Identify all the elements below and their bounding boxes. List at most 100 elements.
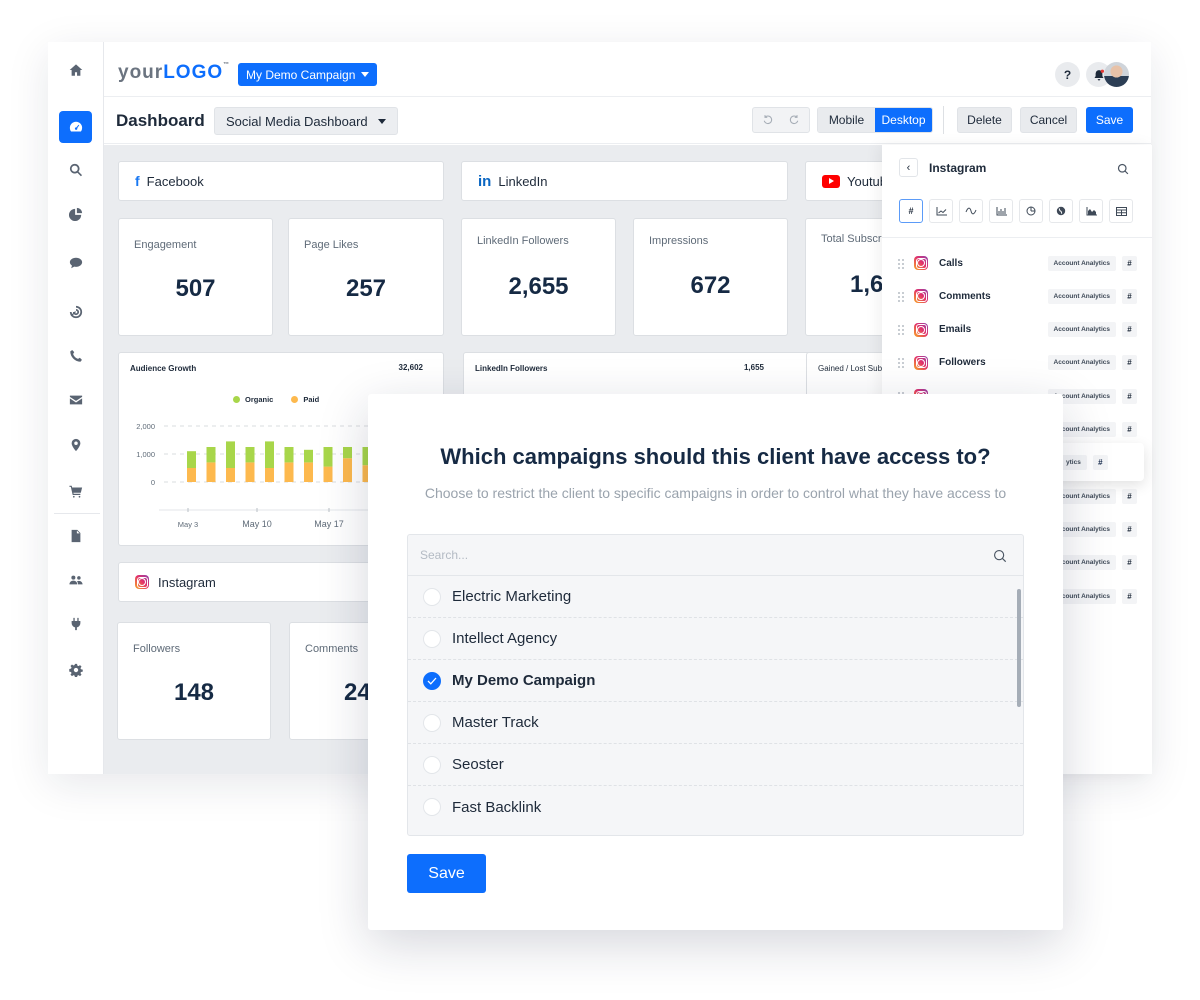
sparkline-widget-icon[interactable] [959, 199, 983, 223]
mobile-view-button[interactable]: Mobile [818, 108, 875, 132]
bar-organic [187, 451, 196, 468]
desktop-view-button[interactable]: Desktop [875, 108, 932, 132]
sidebar-item-search[interactable] [61, 155, 91, 185]
undo-icon[interactable] [762, 114, 774, 126]
sidebar-item-email[interactable] [61, 385, 91, 415]
kpi-value: 672 [690, 272, 731, 299]
metric-name: Emails [939, 324, 972, 336]
search-icon[interactable] [1117, 163, 1129, 175]
campaign-search-input[interactable] [420, 548, 940, 562]
campaign-option[interactable]: Seoster [408, 744, 1023, 786]
panel-title: Instagram [929, 161, 987, 175]
modal-save-button[interactable]: Save [407, 854, 486, 893]
sidebar-item-home[interactable] [61, 55, 91, 85]
line-chart-widget-icon[interactable] [929, 199, 953, 223]
cancel-button[interactable]: Cancel [1020, 107, 1077, 133]
kpi-label: LinkedIn Followers [477, 235, 569, 247]
y-tick-label: 2,000 [136, 422, 155, 431]
pie-chart-widget-icon[interactable] [1019, 199, 1043, 223]
checkbox-unchecked[interactable] [423, 587, 441, 606]
sidebar-item-chat[interactable] [61, 248, 91, 278]
kpi-card-page-likes[interactable]: Page Likes 257 [288, 218, 444, 336]
facebook-section-header[interactable]: f Facebook [118, 161, 444, 201]
instagram-icon [914, 256, 928, 270]
checkbox-unchecked[interactable] [423, 798, 441, 816]
area-chart-widget-icon[interactable] [1079, 199, 1103, 223]
page-title: Dashboard [116, 111, 205, 130]
x-tick-label: May 17 [314, 519, 344, 529]
checkbox-unchecked[interactable] [423, 713, 441, 732]
dashboard-selector[interactable]: Social Media Dashboard [214, 107, 398, 135]
sidebar [48, 42, 104, 774]
campaign-option[interactable]: Intellect Agency [408, 618, 1023, 660]
drag-handle-icon[interactable] [897, 357, 905, 369]
instagram-icon [914, 289, 928, 304]
brand-logo: yourLOGO™ [118, 62, 230, 84]
help-icon: ? [1063, 67, 1072, 82]
metric-name: Comments [939, 290, 991, 302]
check-icon [427, 677, 437, 685]
search-icon[interactable] [993, 549, 1007, 563]
linkedin-section-header[interactable]: in LinkedIn [461, 161, 788, 201]
metric-list-item[interactable]: Calls Account Analytics # [897, 254, 1137, 272]
campaign-option[interactable]: My Demo Campaign [408, 660, 1023, 702]
kpi-card-engagement[interactable]: Engagement 507 [118, 218, 273, 336]
campaign-option[interactable]: Electric Marketing [408, 576, 1023, 618]
top-bar: yourLOGO™ My Demo Campaign ? [104, 42, 1151, 97]
youtube-icon [822, 174, 840, 188]
campaign-access-modal: Which campaigns should this client have … [368, 394, 1063, 930]
metric-type-badge: # [1122, 555, 1137, 571]
campaign-option[interactable]: Fast Backlink [408, 786, 1023, 828]
user-avatar[interactable] [1104, 62, 1129, 87]
sidebar-item-dashboard[interactable] [59, 111, 92, 143]
metric-list-item[interactable]: Followers Account Analytics # [897, 354, 1137, 372]
campaign-option[interactable]: Master Track [408, 702, 1023, 744]
drag-handle-icon[interactable] [897, 324, 905, 336]
sidebar-item-ecommerce[interactable] [61, 476, 91, 506]
redo-icon[interactable] [788, 114, 800, 126]
table-widget-icon[interactable] [1109, 199, 1133, 223]
kpi-label: Engagement [134, 239, 197, 251]
metric-type-badge: # [1122, 588, 1137, 604]
sidebar-item-target[interactable] [61, 297, 91, 327]
sidebar-item-reports[interactable] [61, 199, 91, 229]
bar-paid [245, 462, 255, 482]
checkbox-checked[interactable] [423, 671, 441, 690]
delete-button[interactable]: Delete [957, 107, 1012, 133]
drag-handle-icon[interactable] [897, 290, 905, 302]
drag-handle-icon[interactable] [897, 257, 905, 269]
sidebar-item-location[interactable] [61, 430, 91, 460]
sidebar-item-settings[interactable] [61, 655, 91, 685]
metric-list-item[interactable]: Comments Account Analytics # [897, 287, 1137, 305]
metric-list-item[interactable]: Emails Account Analytics # [897, 321, 1137, 339]
help-button[interactable]: ? [1055, 62, 1080, 87]
users-icon [69, 575, 83, 585]
phone-icon [70, 350, 82, 362]
back-button[interactable]: ‹ [899, 158, 918, 177]
campaign-selector[interactable]: My Demo Campaign [238, 63, 378, 86]
checkbox-unchecked[interactable] [423, 755, 441, 774]
save-button[interactable]: Save [1086, 107, 1133, 133]
checkbox-unchecked[interactable] [423, 629, 441, 648]
bar-organic [343, 447, 352, 459]
bar-chart-widget-icon[interactable] [989, 199, 1013, 223]
globe-map-widget-icon[interactable] [1049, 199, 1073, 223]
number-widget-icon[interactable]: # [899, 199, 923, 223]
instagram-icon [135, 575, 149, 589]
linkedin-icon: in [478, 172, 492, 190]
sidebar-item-users[interactable] [61, 565, 91, 595]
kpi-value: 257 [345, 275, 387, 302]
bar-paid [226, 468, 235, 482]
metric-type-badge: # [1122, 521, 1137, 537]
facebook-icon: f [135, 173, 140, 189]
kpi-card-ig-followers[interactable]: Followers 148 [117, 622, 271, 740]
list-scrollbar[interactable] [1017, 589, 1021, 707]
sidebar-item-files[interactable] [61, 521, 91, 551]
kpi-label: Comments [305, 643, 359, 655]
metric-type-badge: # [1122, 355, 1137, 371]
panel-divider [882, 237, 1152, 238]
sidebar-item-integrations[interactable] [61, 609, 91, 639]
kpi-card-linkedin-followers[interactable]: LinkedIn Followers 2,655 [461, 218, 616, 336]
kpi-card-impressions[interactable]: Impressions 672 [633, 218, 788, 336]
sidebar-item-calls[interactable] [61, 341, 91, 371]
